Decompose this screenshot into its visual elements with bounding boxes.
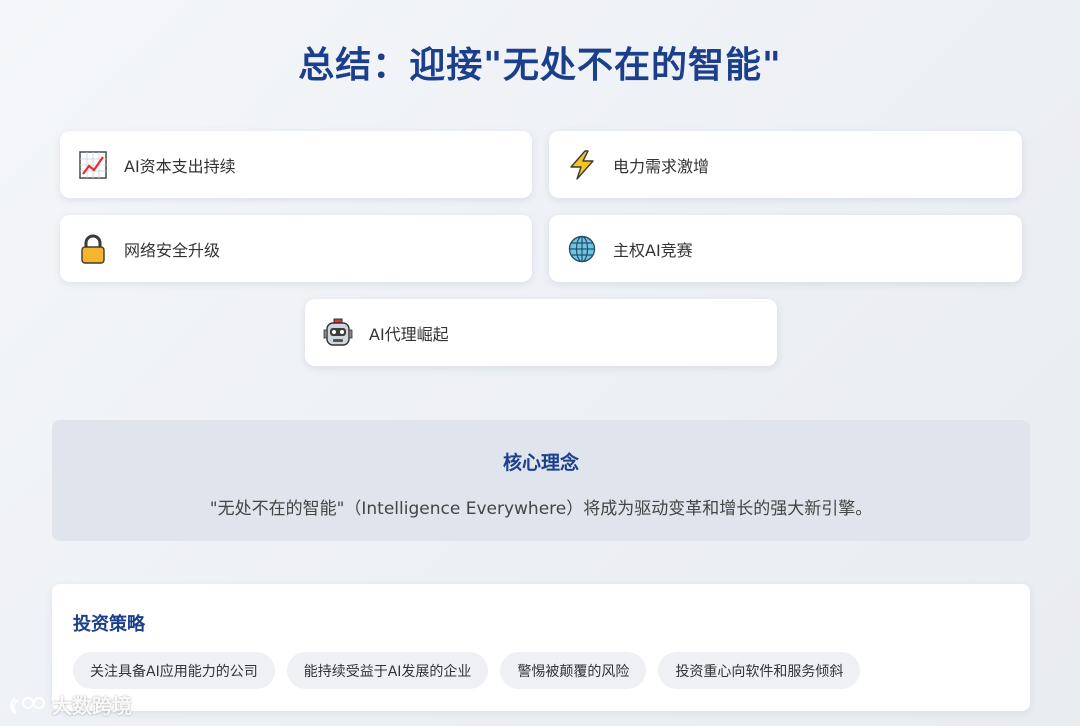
strategy-chip: 警惕被颠覆的风险 bbox=[500, 652, 647, 689]
strategy-chip: 投资重心向软件和服务倾斜 bbox=[658, 652, 861, 689]
core-concept-text: "无处不在的智能"（Intelligence Everywhere）将成为驱动变… bbox=[209, 499, 873, 519]
lightning-icon bbox=[567, 149, 597, 180]
card-ai-capex: AI资本支出持续 bbox=[60, 131, 532, 198]
page-title: 总结：迎接"无处不在的智能" bbox=[298, 45, 782, 86]
watermark-text: 大数跨境 bbox=[52, 694, 132, 718]
card-cybersecurity: 网络安全升级 bbox=[60, 215, 532, 282]
strategy-chip: 能持续受益于AI发展的企业 bbox=[286, 652, 489, 689]
core-concept-panel: 核心理念 "无处不在的智能"（Intelligence Everywhere）将… bbox=[52, 420, 1030, 541]
strategy-chip: 关注具备AI应用能力的公司 bbox=[73, 652, 275, 689]
chart-increasing-icon bbox=[78, 150, 108, 180]
globe-icon bbox=[567, 234, 597, 264]
card-power-demand: 电力需求激增 bbox=[549, 131, 1022, 198]
card-label: 网络安全升级 bbox=[124, 240, 221, 260]
card-sovereign-ai: 主权AI竞赛 bbox=[549, 215, 1022, 282]
lock-icon bbox=[78, 234, 108, 264]
card-label: AI资本支出持续 bbox=[124, 156, 236, 176]
robot-icon bbox=[323, 318, 353, 348]
core-concept-title: 核心理念 bbox=[502, 452, 579, 474]
strategy-chip-list: 关注具备AI应用能力的公司 能持续受益于AI发展的企业 警惕被颠覆的风险 投资重… bbox=[73, 652, 861, 689]
card-label: 电力需求激增 bbox=[613, 156, 710, 176]
card-label: 主权AI竞赛 bbox=[613, 240, 693, 260]
investment-strategy-panel: 投资策略 关注具备AI应用能力的公司 能持续受益于AI发展的企业 警惕被颠覆的风… bbox=[52, 584, 1030, 711]
watermark-logo-icon bbox=[10, 696, 45, 714]
watermark: 大数跨境 bbox=[8, 690, 132, 719]
card-label: AI代理崛起 bbox=[369, 324, 449, 344]
card-ai-agents: AI代理崛起 bbox=[305, 299, 777, 366]
investment-strategy-title: 投资策略 bbox=[73, 614, 145, 635]
